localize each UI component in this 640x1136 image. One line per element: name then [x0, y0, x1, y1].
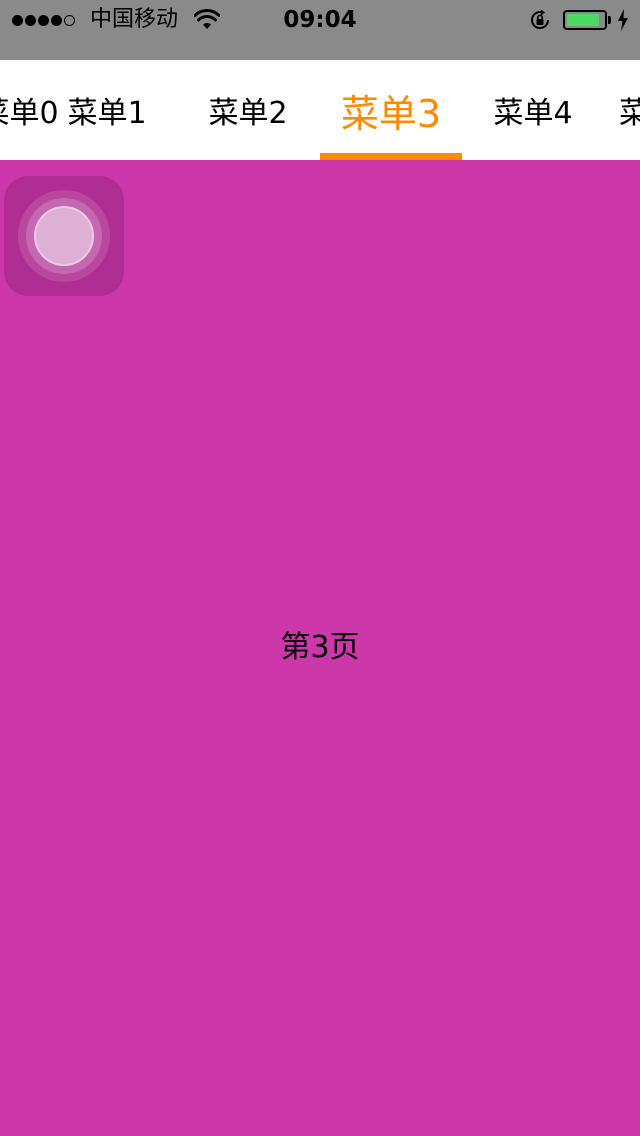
tab-label: 菜单3 — [340, 91, 442, 136]
battery-icon — [563, 10, 607, 30]
tab-menu-2[interactable]: 菜单2 — [177, 60, 319, 160]
battery-tip — [608, 16, 611, 24]
tab-menu-3[interactable]: 菜单3 — [320, 60, 462, 160]
tab-menu-1[interactable]: 菜单1 — [36, 60, 178, 160]
tab-label: 菜 — [619, 96, 640, 131]
active-tab-indicator — [320, 153, 462, 160]
status-bar: 中国移动 09:04 — [0, 0, 640, 60]
assistive-touch-core — [34, 206, 94, 266]
assistive-touch-icon[interactable] — [4, 176, 124, 296]
rotation-lock-icon — [531, 9, 550, 29]
charging-bolt-icon — [618, 9, 628, 31]
tab-label: 菜单1 — [67, 96, 147, 131]
menu-tab-bar: 菜单0 菜单1 菜单2 菜单3 菜单4 菜 — [0, 60, 640, 160]
tab-menu-5[interactable]: 菜 — [563, 60, 640, 160]
tab-label: 菜单4 — [493, 96, 573, 131]
tab-label: 菜单2 — [208, 96, 288, 131]
page-label: 第3页 — [280, 630, 360, 665]
